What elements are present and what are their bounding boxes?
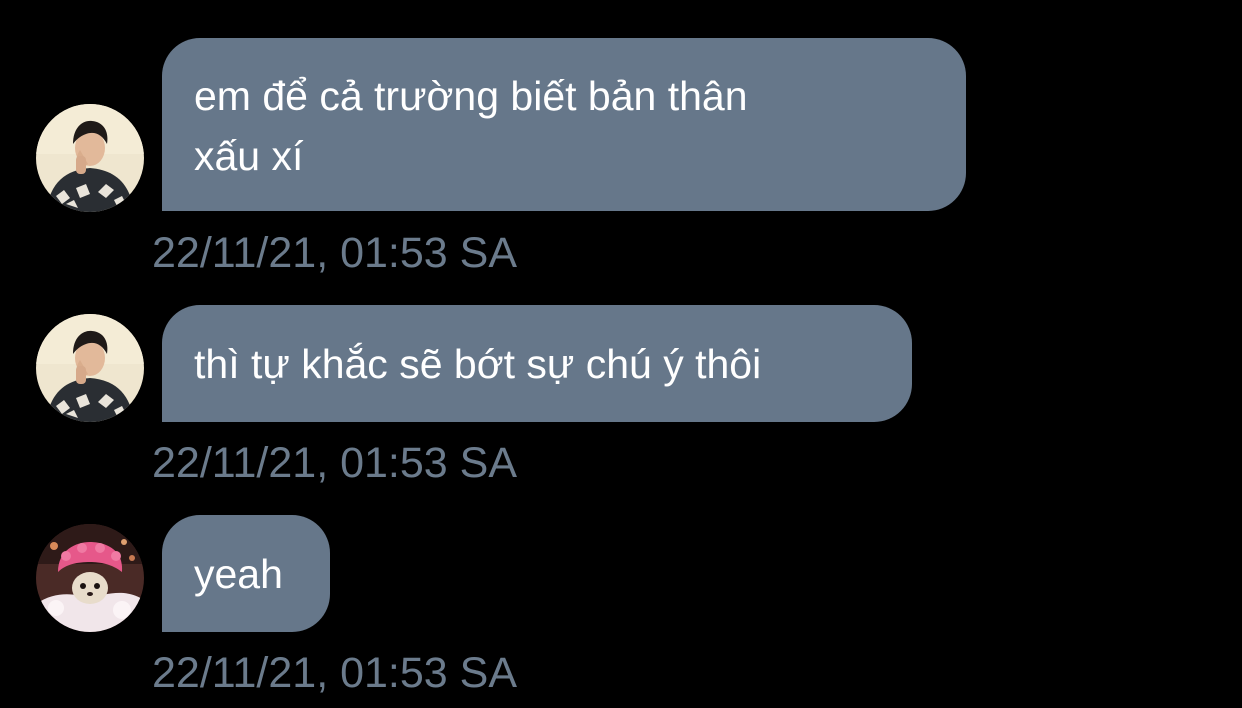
message-timestamp: 22/11/21, 01:53 SA	[152, 229, 517, 277]
message-text: thì tự khắc sẽ bớt sự chú ý thôi	[194, 340, 762, 387]
message-bubble[interactable]: yeah	[162, 515, 330, 632]
person-avatar[interactable]	[36, 314, 144, 422]
message-timestamp: 22/11/21, 01:53 SA	[152, 439, 517, 487]
message-thread: em để cả trường biết bản thân xấu xí 22/…	[0, 0, 1242, 708]
message-timestamp: 22/11/21, 01:53 SA	[152, 649, 517, 697]
message-bubble[interactable]: em để cả trường biết bản thân xấu xí	[162, 38, 966, 211]
dog-avatar[interactable]	[36, 524, 144, 632]
message-bubble[interactable]: thì tự khắc sẽ bớt sự chú ý thôi	[162, 305, 912, 422]
person-avatar[interactable]	[36, 104, 144, 212]
message-text: yeah	[194, 550, 283, 597]
message-text: em để cả trường biết bản thân xấu xí	[194, 73, 748, 179]
